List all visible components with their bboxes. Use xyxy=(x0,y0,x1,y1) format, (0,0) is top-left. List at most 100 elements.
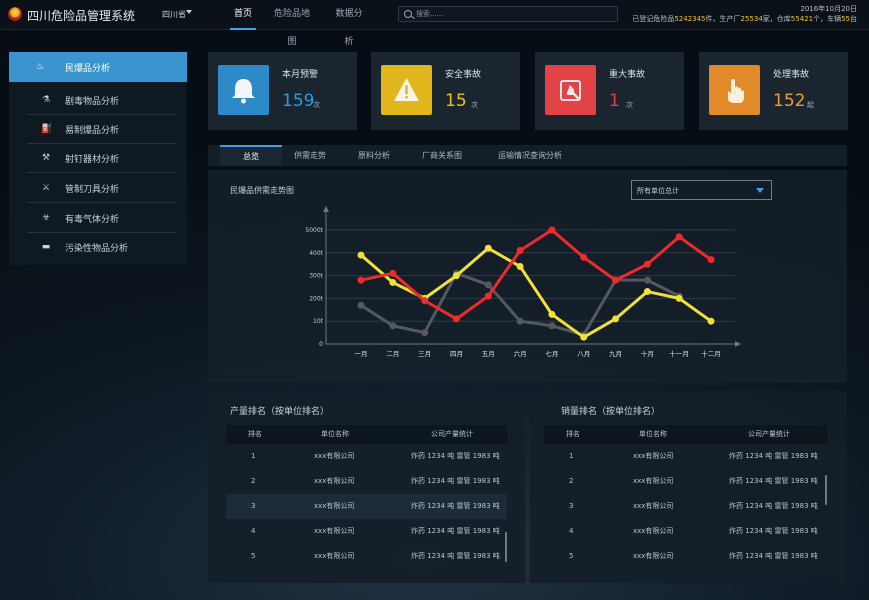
row-unit-name: xxx有限公司 xyxy=(314,527,355,535)
table-row[interactable]: 1 xxx有限公司 炸药 1234 吨 雷管 1983 吨 xyxy=(544,444,827,469)
card-value: 15 xyxy=(445,91,467,111)
row-rank: 4 xyxy=(569,527,574,535)
sales-ranking-panel: 销量排名（按单位排名） 排名 单位名称 公司产量统计 1 xxx有限公司 炸药 … xyxy=(530,391,847,583)
data-point xyxy=(421,329,429,337)
row-unit-name: xxx有限公司 xyxy=(314,452,355,460)
data-point xyxy=(548,310,556,318)
row-output-stat: 炸药 1234 吨 雷管 1983 吨 xyxy=(729,552,818,560)
y-tick-label: 5000t xyxy=(305,227,323,234)
data-point xyxy=(643,260,651,268)
data-point xyxy=(389,322,397,330)
row-rank: 2 xyxy=(569,477,574,485)
sales-ranking-table: 排名 单位名称 公司产量统计 1 xxx有限公司 炸药 1234 吨 雷管 19… xyxy=(544,425,827,569)
table-row[interactable]: 2 xxx有限公司 炸药 1234 吨 雷管 1983 吨 xyxy=(226,469,507,494)
warning-icon xyxy=(381,65,432,115)
y-axis-arrow xyxy=(323,206,329,212)
table-row[interactable]: 4 xxx有限公司 炸药 1234 吨 雷管 1983 吨 xyxy=(544,519,827,544)
unit-select[interactable]: 所有单位总计 xyxy=(631,180,772,200)
chevron-down-icon[interactable] xyxy=(186,10,192,14)
tab-supply-demand[interactable]: 供需走势 xyxy=(288,145,332,166)
search-input[interactable] xyxy=(416,8,612,20)
table-row[interactable]: 4 xxx有限公司 炸药 1234 吨 雷管 1983 吨 xyxy=(226,519,507,544)
table-row[interactable]: 5 xxx有限公司 炸药 1234 吨 雷管 1983 吨 xyxy=(544,544,827,569)
sidebar-item-precursor-explosives[interactable]: ⛽ 易制爆品分析 xyxy=(27,114,177,144)
row-output-stat: 炸药 1234 吨 雷管 1983 吨 xyxy=(411,477,500,485)
sidebar-item-toxic-gas[interactable]: ☣ 有毒气体分析 xyxy=(27,203,177,233)
table-row[interactable]: 5 xxx有限公司 炸药 1234 吨 雷管 1983 吨 xyxy=(226,544,507,569)
x-tick-label: 七月 xyxy=(545,349,558,358)
region-selector[interactable]: 四川省 xyxy=(162,9,186,20)
card-unit: 次 xyxy=(471,101,478,109)
hand-pointer-icon xyxy=(709,65,760,115)
data-point xyxy=(484,244,492,252)
row-rank: 1 xyxy=(251,452,256,460)
data-point xyxy=(643,276,651,284)
card-title: 处理事故 xyxy=(773,70,810,80)
nav-data-analysis[interactable]: 数据分析 xyxy=(332,0,366,47)
x-tick-label: 二月 xyxy=(386,350,399,358)
tab-overview[interactable]: 总览 xyxy=(220,145,282,166)
stat-card-monthly-warnings[interactable]: 本月预警 159 次 xyxy=(208,52,357,130)
tab-raw-materials[interactable]: 原料分析 xyxy=(352,145,396,166)
production-ranking-panel: 产量排名（按单位排名） 排名 单位名称 公司产量统计 1 xxx有限公司 炸药 … xyxy=(208,391,525,583)
data-point xyxy=(643,288,651,296)
column-output-stat: 公司产量统计 xyxy=(431,430,473,438)
stat-card-handled-accidents[interactable]: 处理事故 152 起 xyxy=(699,52,848,130)
table-header: 排名 单位名称 公司产量统计 xyxy=(544,425,827,444)
x-tick-label: 八月 xyxy=(577,350,590,358)
table-row[interactable]: 1 xxx有限公司 炸药 1234 吨 雷管 1983 吨 xyxy=(226,444,507,469)
y-tick-label: 300t xyxy=(309,273,323,280)
app-title: 四川危险品管理系统 xyxy=(27,9,136,23)
stat-card-major-accidents[interactable]: 重大事故 1 次 xyxy=(535,52,684,130)
data-point xyxy=(484,281,492,289)
sidebar-item-label: 剧毒物品分析 xyxy=(65,97,120,107)
table-row[interactable]: 3 xxx有限公司 炸药 1234 吨 雷管 1983 吨 xyxy=(226,494,507,519)
row-rank: 4 xyxy=(251,527,256,535)
search-box[interactable] xyxy=(398,6,618,22)
goods-unit: 件，生产厂 xyxy=(705,15,741,23)
row-rank: 5 xyxy=(251,552,256,560)
sidebar-item-toxic[interactable]: ⚗ 剧毒物品分析 xyxy=(27,85,177,115)
battery-icon: ▬ xyxy=(41,242,51,252)
card-title: 本月预警 xyxy=(282,70,319,80)
sidebar-item-explosives[interactable]: ♨ 民爆品分析 xyxy=(9,52,187,82)
data-point xyxy=(357,301,365,309)
nav-hazmat-map[interactable]: 危险品地图 xyxy=(271,0,313,47)
table-row[interactable]: 3 xxx有限公司 炸药 1234 吨 雷管 1983 吨 xyxy=(544,494,827,519)
sidebar-item-knives[interactable]: ⚔ 管制刀具分析 xyxy=(27,173,177,203)
stat-card-safety-incidents[interactable]: 安全事故 15 次 xyxy=(371,52,520,130)
table-scrollbar[interactable] xyxy=(505,532,507,562)
table-scrollbar[interactable] xyxy=(825,475,827,505)
table-row[interactable]: 2 xxx有限公司 炸药 1234 吨 雷管 1983 吨 xyxy=(544,469,827,494)
row-unit-name: xxx有限公司 xyxy=(314,552,355,560)
fire-alarm-icon xyxy=(545,65,596,115)
registration-summary: 已登记危险品5242345件，生产厂25534家，仓库55421个，车辆55台 xyxy=(632,14,857,24)
sidebar-item-pollutants[interactable]: ▬ 污染性物品分析 xyxy=(27,232,177,262)
search-icon[interactable] xyxy=(404,10,412,18)
card-unit: 次 xyxy=(313,101,320,109)
sidebar: ♨ 民爆品分析 ⚗ 剧毒物品分析 ⛽ 易制爆品分析 ⚒ 射钉器材分析 ⚔ 管制刀… xyxy=(9,52,187,265)
tab-transport-query[interactable]: 运输情况查询分析 xyxy=(494,145,566,166)
card-value: 159 xyxy=(282,91,315,111)
vehicle-count: 55 xyxy=(841,15,850,23)
nav-home[interactable]: 首页 xyxy=(230,0,256,30)
summary-prefix: 已登记危险品 xyxy=(632,15,675,23)
data-point xyxy=(421,297,429,305)
row-rank: 5 xyxy=(569,552,574,560)
tab-vendor-relations[interactable]: 厂商关系图 xyxy=(416,145,468,166)
data-point xyxy=(357,276,365,284)
row-unit-name: xxx有限公司 xyxy=(633,552,674,560)
sidebar-item-label: 管制刀具分析 xyxy=(65,185,120,195)
row-output-stat: 炸药 1234 吨 雷管 1983 吨 xyxy=(729,452,818,460)
data-point xyxy=(516,317,524,325)
x-tick-label: 十月 xyxy=(641,349,654,358)
sidebar-item-nail-guns[interactable]: ⚒ 射钉器材分析 xyxy=(27,143,177,173)
data-point xyxy=(452,272,460,280)
x-tick-label: 九月 xyxy=(609,349,622,358)
y-tick-label: 0 xyxy=(319,341,323,348)
data-point xyxy=(452,315,460,323)
row-rank: 3 xyxy=(569,502,574,510)
chevron-down-icon[interactable] xyxy=(756,188,764,193)
row-output-stat: 炸药 1234 吨 雷管 1983 吨 xyxy=(729,502,818,510)
data-point xyxy=(675,294,683,302)
